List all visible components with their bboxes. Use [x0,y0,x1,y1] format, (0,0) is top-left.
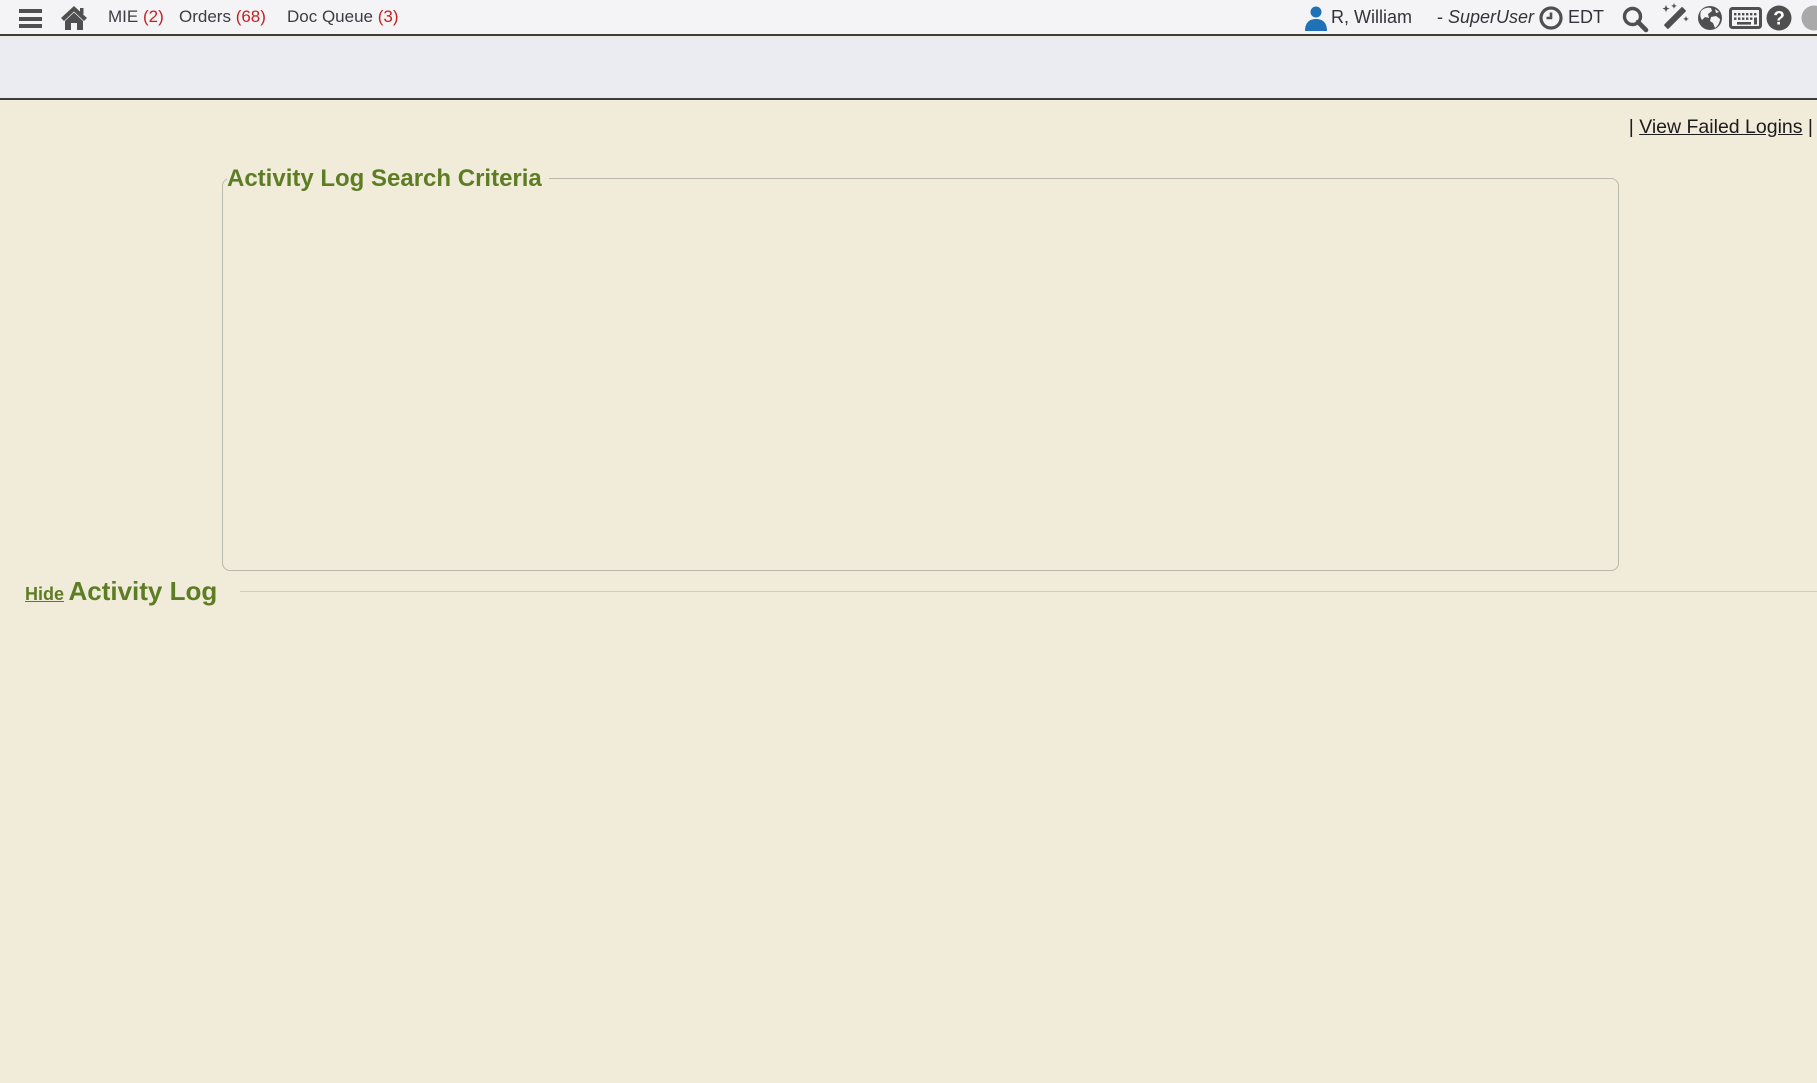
svg-text:?: ? [1773,9,1785,30]
